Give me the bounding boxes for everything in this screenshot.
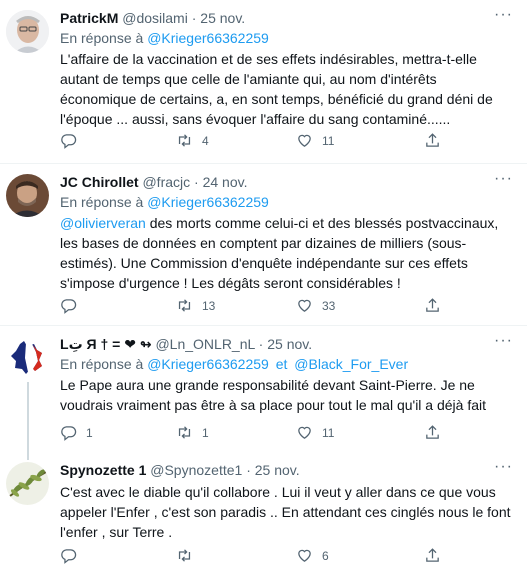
reply-mention[interactable]: @Black_For_Ever <box>294 356 408 372</box>
tweet-2[interactable]: JC Chirollet @fracjc · 24 nov. En répons… <box>0 164 527 326</box>
reply-mention[interactable]: @Krieger66362259 <box>147 356 269 372</box>
reply-mention[interactable]: @Krieger66362259 <box>147 194 269 210</box>
reply-prefix: En réponse à <box>60 356 144 372</box>
retweet-button[interactable]: 1 <box>176 424 209 441</box>
reply-count: 1 <box>86 425 93 440</box>
separator: · <box>246 462 251 478</box>
like-button[interactable]: 11 <box>296 424 334 441</box>
reply-icon <box>61 549 77 564</box>
retweet-icon <box>178 299 191 312</box>
tweet-3[interactable]: Lتِ Я † = ❤ ↬ @Ln_ONLR_nL · 25 nov. En r… <box>0 326 527 452</box>
timestamp[interactable]: 25 nov. <box>200 10 245 26</box>
reply-button[interactable] <box>60 547 77 564</box>
timestamp[interactable]: 25 nov. <box>255 462 300 478</box>
timestamp[interactable]: 24 nov. <box>203 174 248 190</box>
share-button[interactable] <box>424 547 441 564</box>
tweet-header: PatrickM @dosilami · 25 nov. <box>60 9 515 27</box>
handle[interactable]: @Spynozette1 <box>150 462 242 478</box>
handle[interactable]: @fracjc <box>142 174 190 190</box>
reply-joiner: et <box>275 356 288 372</box>
reply-context: En réponse à @Krieger66362259 et @Black_… <box>60 354 515 374</box>
share-button[interactable] <box>424 297 441 314</box>
display-name[interactable]: JC Chirollet <box>60 174 139 190</box>
share-icon <box>426 425 439 439</box>
share-icon <box>426 133 439 147</box>
display-name[interactable]: PatrickM <box>60 10 118 26</box>
more-icon[interactable]: ··· <box>494 459 513 475</box>
retweet-icon <box>178 549 191 562</box>
reply-icon <box>61 134 77 149</box>
like-count: 11 <box>322 133 335 148</box>
like-icon <box>298 299 311 312</box>
more-icon[interactable]: ··· <box>494 171 513 187</box>
separator: · <box>194 174 199 190</box>
mention-link[interactable]: @olivierveran <box>60 215 146 231</box>
like-icon <box>298 134 311 147</box>
retweet-count: 1 <box>202 425 209 440</box>
tweet-text: C'est avec le diable qu'il collabore . L… <box>60 484 511 540</box>
like-icon <box>298 549 311 562</box>
action-bar: 1 1 11 <box>0 424 527 444</box>
share-icon <box>426 548 439 562</box>
action-bar: 6 <box>0 547 527 567</box>
more-icon[interactable]: ··· <box>494 7 513 23</box>
action-bar: 4 11 <box>0 132 527 152</box>
like-button[interactable]: 6 <box>296 547 329 564</box>
retweet-count: 13 <box>202 298 216 313</box>
reply-prefix: En réponse à <box>60 30 144 46</box>
like-count: 33 <box>322 298 336 313</box>
display-name[interactable]: Spynozette 1 <box>60 462 146 478</box>
tweet-text: Le Pape aura une grande responsabilité d… <box>60 377 487 413</box>
like-button[interactable]: 11 <box>296 132 334 149</box>
more-icon[interactable]: ··· <box>494 333 513 349</box>
tweet-header: JC Chirollet @fracjc · 24 nov. <box>60 173 515 191</box>
tweet-4[interactable]: Spynozette 1 @Spynozette1 · 25 nov. C'es… <box>0 452 527 584</box>
retweet-icon <box>178 426 191 439</box>
like-count: 11 <box>322 425 335 440</box>
retweet-count: 4 <box>202 133 209 148</box>
reply-context: En réponse à @Krieger66362259 <box>60 28 515 48</box>
tweet-text: @olivierveran des morts comme celui-ci e… <box>60 213 515 293</box>
reply-icon <box>61 426 77 441</box>
share-icon <box>426 298 439 312</box>
retweet-button[interactable] <box>176 547 193 564</box>
avatar[interactable] <box>6 10 49 53</box>
share-button[interactable] <box>424 132 441 149</box>
thread-line <box>27 452 29 460</box>
display-name[interactable]: Lتِ Я † = ❤ ↬ <box>60 336 152 352</box>
reply-button[interactable] <box>60 132 77 149</box>
like-button[interactable]: 33 <box>296 297 335 314</box>
retweet-icon <box>178 134 191 147</box>
tweet-text: L'affaire de la vaccination et de ses ef… <box>60 51 493 127</box>
action-bar: 13 33 <box>0 297 527 317</box>
like-icon <box>298 426 311 439</box>
share-button[interactable] <box>424 424 441 441</box>
avatar[interactable] <box>6 174 49 217</box>
avatar[interactable] <box>6 462 49 505</box>
retweet-button[interactable]: 13 <box>176 297 215 314</box>
reply-icon <box>61 299 77 314</box>
like-count: 6 <box>322 548 329 563</box>
reply-context: En réponse à @Krieger66362259 <box>60 192 515 212</box>
reply-mention[interactable]: @Krieger66362259 <box>147 30 269 46</box>
separator: · <box>191 10 197 26</box>
handle[interactable]: @dosilami <box>122 10 188 26</box>
timestamp[interactable]: 25 nov. <box>267 336 312 352</box>
reply-button[interactable] <box>60 297 77 314</box>
retweet-button[interactable]: 4 <box>176 132 209 149</box>
handle[interactable]: @Ln_ONLR_nL <box>155 336 254 352</box>
tweet-header: Spynozette 1 @Spynozette1 · 25 nov. <box>60 461 515 479</box>
avatar[interactable] <box>6 336 49 379</box>
tweet-1[interactable]: PatrickM @dosilami · 25 nov. En réponse … <box>0 0 527 164</box>
reply-prefix: En réponse à <box>60 194 144 210</box>
separator: · <box>258 336 264 352</box>
reply-button[interactable]: 1 <box>60 424 93 441</box>
tweet-header: Lتِ Я † = ❤ ↬ @Ln_ONLR_nL · 25 nov. <box>60 335 515 353</box>
